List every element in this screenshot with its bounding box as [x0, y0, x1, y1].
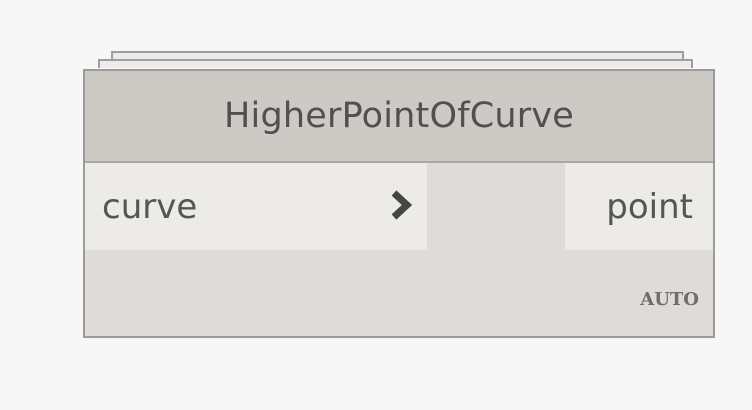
input-port-label: curve: [102, 186, 198, 227]
chevron-right-icon: [391, 190, 413, 220]
node-stack-shadow-back: [111, 51, 684, 59]
graph-canvas[interactable]: HigherPointOfCurve curve point AUTO: [0, 0, 752, 410]
lacing-indicator: AUTO: [640, 289, 699, 310]
output-port-label: point: [606, 186, 693, 227]
output-port-point[interactable]: point: [565, 163, 713, 250]
input-port-curve[interactable]: curve: [85, 163, 427, 250]
node-title: HigherPointOfCurve: [224, 96, 574, 136]
node-stack-shadow-middle: [98, 59, 693, 68]
node-header[interactable]: HigherPointOfCurve: [85, 71, 713, 163]
node-higher-point-of-curve[interactable]: HigherPointOfCurve curve point AUTO: [83, 69, 715, 338]
